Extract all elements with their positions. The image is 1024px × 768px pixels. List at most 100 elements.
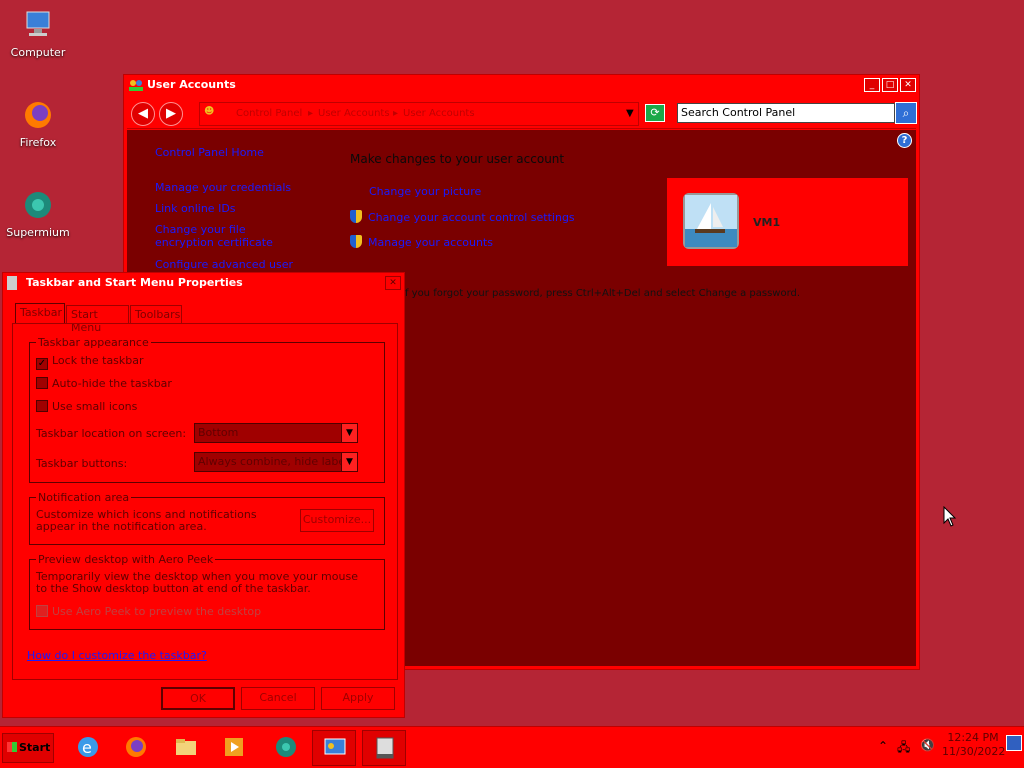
checkbox-box — [36, 605, 48, 617]
taskbar: Start e ⌃ 🖧 🔇 12:24 PM 11/30/2022 — [0, 726, 1024, 768]
supermium-icon — [276, 737, 296, 757]
desktop-icon-computer[interactable]: Computer — [0, 8, 76, 59]
desktop-icon-label: Firefox — [19, 136, 57, 149]
checkbox-box: ✓ — [36, 358, 48, 370]
buttons-label: Taskbar buttons: — [36, 457, 128, 470]
firefox-icon — [21, 98, 55, 132]
clock[interactable]: 12:24 PM 11/30/2022 — [942, 731, 1006, 759]
sidebar-link-credentials[interactable]: Manage your credentials — [155, 181, 291, 194]
taskbar-properties-icon — [7, 276, 17, 290]
ok-button[interactable]: OK — [161, 687, 235, 710]
taskbar-app-file-explorer[interactable] — [164, 730, 208, 766]
shield-icon — [350, 235, 362, 248]
task-change-picture[interactable]: Change your picture — [369, 185, 481, 198]
control-panel-icon — [324, 738, 346, 755]
shield-icon — [350, 210, 362, 223]
desktop-icon-label: Computer — [10, 46, 66, 59]
help-icon[interactable]: ? — [897, 133, 912, 148]
title-bar[interactable]: User Accounts _ □ ✕ — [124, 75, 919, 96]
window-title: User Accounts — [147, 78, 236, 91]
dialog-title: Taskbar and Start Menu Properties — [26, 276, 243, 289]
desktop-icon-label: Supermium — [6, 226, 70, 239]
sidebar-link-online-ids[interactable]: Link online IDs — [155, 202, 236, 215]
task-label: Change your account control settings — [368, 211, 575, 224]
checkbox-label: Auto-hide the taskbar — [52, 377, 172, 390]
task-manage-accounts[interactable]: Manage your accounts — [350, 235, 493, 249]
minimize-button[interactable]: _ — [864, 78, 880, 92]
location-value: Bottom — [198, 426, 239, 439]
close-button[interactable]: ✕ — [900, 78, 916, 92]
firefox-icon — [126, 737, 146, 757]
search-input[interactable]: Search Control Panel — [677, 103, 895, 123]
sidebar-link-encryption[interactable]: Change your file encryption certificate — [155, 223, 305, 249]
buttons-value: Always combine, hide labels — [198, 455, 354, 468]
help-link[interactable]: How do I customize the taskbar? — [27, 649, 207, 662]
aero-peek-group: Preview desktop with Aero Peek Temporari… — [29, 553, 385, 630]
volume-muted-icon[interactable]: 🔇 — [920, 738, 935, 752]
user-picture[interactable] — [683, 193, 739, 249]
tab-toolbars[interactable]: Toolbars — [130, 305, 182, 323]
close-button[interactable]: ✕ — [385, 276, 401, 290]
taskbar-app-supermium[interactable] — [264, 730, 308, 766]
desktop-icon-firefox[interactable]: Firefox — [0, 98, 76, 149]
group-label: Notification area — [36, 491, 132, 504]
breadcrumb-item[interactable]: User Accounts — [403, 108, 475, 119]
small-icons-checkbox[interactable]: Use small icons — [36, 400, 137, 413]
windows-logo-icon — [7, 742, 17, 752]
location-select[interactable]: Bottom ▼ — [194, 423, 358, 443]
file-explorer-icon — [176, 739, 196, 755]
apply-button[interactable]: Apply — [321, 687, 395, 710]
checkbox-label: Lock the taskbar — [52, 354, 144, 367]
supermium-icon — [21, 188, 55, 222]
maximize-button[interactable]: □ — [882, 78, 898, 92]
cancel-button[interactable]: Cancel — [241, 687, 315, 710]
search-icon[interactable]: ⌕ — [895, 102, 917, 124]
breadcrumb-item[interactable]: Control Panel — [236, 108, 302, 119]
show-desktop-button[interactable] — [1006, 735, 1022, 751]
internet-explorer-icon: e — [78, 737, 98, 757]
group-label: Taskbar appearance — [36, 336, 151, 349]
clock-date: 11/30/2022 — [942, 745, 1006, 758]
taskbar-app-taskbar-properties[interactable] — [362, 730, 406, 766]
breadcrumb-separator-icon: ▸ — [308, 108, 314, 119]
task-account-control[interactable]: Change your account control settings — [350, 210, 575, 224]
aero-peek-checkbox[interactable]: Use Aero Peek to preview the desktop — [36, 605, 261, 618]
lock-taskbar-checkbox[interactable]: ✓ Lock the taskbar — [36, 354, 144, 370]
forward-button[interactable]: ▶ — [159, 102, 183, 126]
svg-text:e: e — [82, 738, 92, 757]
taskbar-app-media-player[interactable] — [212, 730, 256, 766]
start-button[interactable]: Start — [2, 733, 54, 763]
notification-description: Customize which icons and notifications … — [36, 508, 257, 533]
taskbar-app-control-panel[interactable] — [312, 730, 356, 766]
task-label: Change your picture — [369, 185, 482, 198]
computer-icon — [21, 8, 55, 42]
checkbox-box — [36, 400, 48, 412]
show-hidden-icons-icon[interactable]: ⌃ — [878, 739, 888, 753]
location-label: Taskbar location on screen: — [36, 427, 187, 440]
breadcrumb-separator-icon: ▸ — [393, 108, 399, 119]
user-accounts-icon — [128, 78, 144, 92]
breadcrumb[interactable]: ☻ Control Panel ▸ User Accounts ▸ User A… — [199, 102, 639, 126]
breadcrumb-item[interactable]: User Accounts — [318, 108, 390, 119]
network-icon[interactable]: 🖧 — [897, 738, 910, 759]
task-label: Manage your accounts — [368, 236, 493, 249]
sidebar-link-home[interactable]: Control Panel Home — [155, 146, 264, 159]
chevron-down-icon[interactable]: ▼ — [626, 108, 634, 119]
back-button[interactable]: ◀ — [131, 102, 155, 126]
checkbox-box — [36, 377, 48, 389]
taskbar-appearance-group: Taskbar appearance ✓ Lock the taskbar Aut… — [29, 336, 385, 483]
title-bar[interactable]: Taskbar and Start Menu Properties ✕ — [3, 273, 404, 294]
autohide-checkbox[interactable]: Auto-hide the taskbar — [36, 377, 172, 390]
refresh-button[interactable]: ⟳ — [645, 104, 665, 122]
taskbar-app-internet-explorer[interactable]: e — [66, 730, 110, 766]
checkbox-label: Use Aero Peek to preview the desktop — [52, 605, 262, 618]
password-note: If you forgot your password, press Ctrl+… — [402, 288, 801, 299]
taskbar-app-firefox[interactable] — [114, 730, 158, 766]
desktop-icon-supermium[interactable]: Supermium — [0, 188, 76, 239]
customize-button[interactable]: Customize... — [300, 509, 374, 532]
group-label: Preview desktop with Aero Peek — [36, 553, 216, 566]
tab-start-menu[interactable]: Start Menu — [66, 305, 129, 334]
tab-panel: Taskbar appearance ✓ Lock the taskbar Aut… — [12, 323, 398, 680]
tab-taskbar[interactable]: Taskbar — [15, 303, 65, 324]
buttons-select[interactable]: Always combine, hide labels ▼ — [194, 452, 358, 472]
